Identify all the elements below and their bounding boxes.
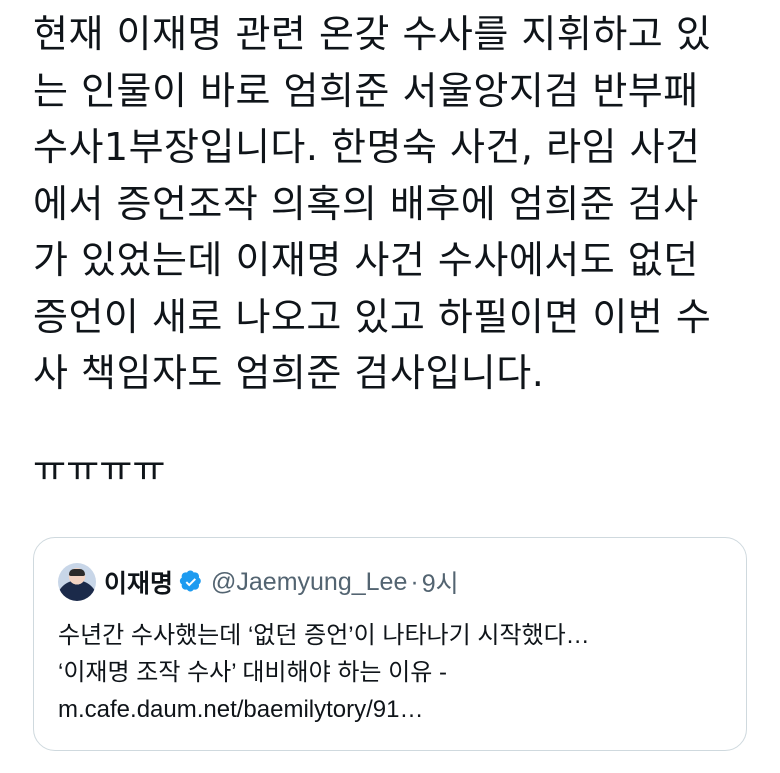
tweet-text-line: 에서 증언조작 의혹의 배후에 엄희준 검사 [33, 181, 699, 226]
quote-tweet-header: 이재명 @Jaemyung_Lee · 9시 [58, 560, 459, 604]
tweet-text-line: 는 인물이 바로 엄희준 서울앙지검 반부패 [33, 68, 699, 113]
quote-link[interactable]: m.cafe.daum.net/baemilytory/91… [58, 691, 728, 728]
verified-badge-icon [179, 570, 201, 592]
tweet-text-line: 증언이 새로 나오고 있고 하필이면 이번 수 [33, 294, 712, 339]
quote-text-line: 수년간 수사했는데 ‘없던 증언’이 나타나기 시작했다… [58, 622, 590, 649]
author-handle[interactable]: @Jaemyung_Lee [211, 568, 407, 597]
tweet-text-line: 사 책임자도 엄희준 검사입니다. [33, 351, 545, 395]
tweet-text-line: 수사1부장입니다. 한명숙 사건, 라임 사건 [33, 125, 701, 169]
post-time[interactable]: 9시 [422, 564, 459, 600]
author-avatar[interactable] [58, 563, 96, 601]
quote-tweet-text: 수년간 수사했는데 ‘없던 증언’이 나타나기 시작했다… ‘이재명 조작 수사… [58, 617, 728, 728]
quote-tweet-card[interactable]: 이재명 @Jaemyung_Lee · 9시 수년간 수사했는데 ‘없던 증언’… [33, 537, 747, 751]
tweet-text-line: 가 있었는데 이재명 사건 수사에서도 없던 [33, 238, 699, 282]
tweet-body: 현재 이재명 관련 온갖 수사를 지휘하고 있 는 인물이 바로 엄희준 서울앙… [33, 6, 753, 402]
tweet-text-line: 현재 이재명 관련 온갖 수사를 지휘하고 있 [33, 12, 712, 56]
tweet-emote-text: ㅠㅠㅠㅠ [33, 449, 166, 490]
meta-separator: · [410, 567, 419, 596]
author-name[interactable]: 이재명 [104, 564, 173, 600]
quote-text-line: ‘이재명 조작 수사’ 대비해야 하는 이유 - [58, 659, 447, 686]
